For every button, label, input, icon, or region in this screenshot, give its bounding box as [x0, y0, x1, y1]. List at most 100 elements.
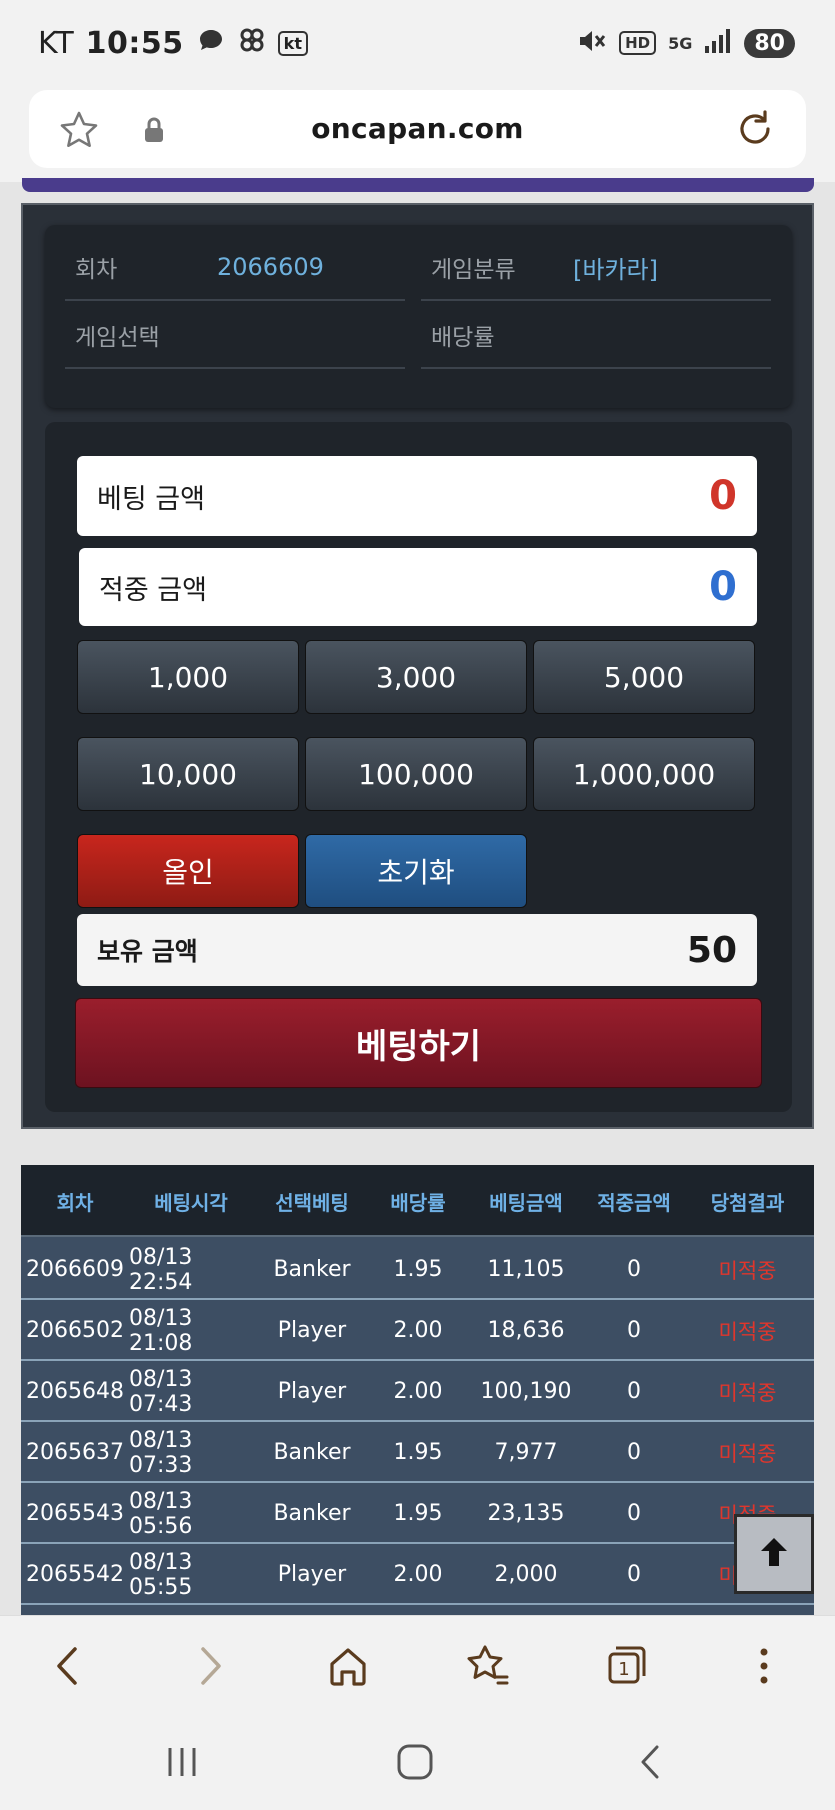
url-text[interactable]: oncapan.com	[29, 112, 806, 145]
round-cell: 회차 2066609	[65, 235, 405, 301]
table-cell: 0	[627, 1318, 641, 1343]
table-row: 2066502 08/13 21:08 Player 2.00 18,636 0 미적중	[21, 1300, 814, 1361]
table-cell: Player	[277, 1318, 347, 1343]
table-row: 2065637 08/13 07:33 Banker 1.95 7,977 0 미적중	[21, 1422, 814, 1483]
column-header: 회차	[56, 1190, 94, 1215]
recent-apps-button[interactable]	[157, 1737, 207, 1787]
hd-voice-icon: HD	[619, 31, 657, 55]
column-header: 선택베팅	[275, 1190, 349, 1215]
chip-5000-button[interactable]: 5,000	[533, 640, 755, 714]
game-info-card: 회차 2066609 게임분류 [바카라] 게임선택 배당률	[45, 225, 792, 408]
table-cell: 08/13 21:08	[129, 1305, 193, 1356]
table-cell: Banker	[273, 1501, 351, 1526]
bet-amount-value: 0	[709, 473, 737, 519]
system-navigation-bar	[0, 1715, 835, 1810]
table-cell: 미적중	[718, 1380, 777, 1405]
reset-button[interactable]: 초기화	[305, 834, 527, 908]
table-cell: 11,105	[487, 1257, 565, 1282]
table-cell: 0	[627, 1440, 641, 1465]
game-category-label: 게임분류	[431, 257, 516, 283]
menu-button[interactable]	[736, 1640, 792, 1692]
all-in-button[interactable]: 올인	[77, 834, 299, 908]
arrow-up-icon	[756, 1534, 792, 1574]
star-list-icon	[467, 1645, 509, 1685]
table-cell: 2,000	[494, 1562, 558, 1587]
table-cell: 2065543	[26, 1501, 124, 1526]
reload-icon[interactable]	[734, 108, 776, 154]
browser-toolbar: oncapan.com	[0, 86, 835, 182]
home-button[interactable]	[320, 1640, 376, 1692]
chip-1000000-button[interactable]: 1,000,000	[533, 737, 755, 811]
table-cell: 2066609	[26, 1257, 124, 1282]
round-label: 회차	[75, 257, 118, 283]
bet-history-table: 회차 베팅시각 선택베팅 배당률 베팅금액 적중금액 당첨결과 2066609 0…	[21, 1165, 814, 1615]
forward-button[interactable]	[182, 1640, 238, 1692]
battery-indicator: 80	[744, 28, 795, 58]
round-value: 2066609	[217, 253, 324, 281]
game-category-cell: 게임분류 [바카라]	[421, 235, 771, 301]
signal-icon	[704, 28, 732, 58]
status-bar: KT 10:55 kt HD 5G 80	[0, 0, 835, 86]
browser-bottom-bar: 1	[0, 1615, 835, 1715]
place-bet-button[interactable]: 베팅하기	[75, 998, 762, 1088]
table-cell: Player	[277, 1562, 347, 1587]
odds-cell: 배당률	[421, 303, 771, 369]
table-row: 206554308/13 05:56Banker1.9523,1350미적중	[21, 1483, 814, 1544]
back-button[interactable]	[40, 1640, 96, 1692]
chip-10000-button[interactable]: 10,000	[77, 737, 299, 811]
win-amount-value: 0	[709, 564, 737, 610]
balance-field: 보유 금액 50	[77, 914, 757, 986]
column-header: 베팅금액	[489, 1190, 563, 1215]
system-back-button[interactable]	[625, 1737, 675, 1787]
table-cell: 2065637	[26, 1440, 124, 1465]
chevron-left-icon	[57, 1647, 77, 1685]
table-cell: 100,190	[480, 1379, 572, 1404]
table-cell: 2066502	[26, 1318, 124, 1343]
bookmarks-button[interactable]	[460, 1640, 516, 1692]
chip-100000-button[interactable]: 100,000	[305, 737, 527, 811]
balance-label: 보유 금액	[97, 937, 198, 966]
game-category-value: [바카라]	[573, 255, 658, 284]
chip-1000-button[interactable]: 1,000	[77, 640, 299, 714]
chip-3000-button[interactable]: 3,000	[305, 640, 527, 714]
kt-app-icon: kt	[277, 30, 308, 56]
table-header: 회차 베팅시각 선택베팅 배당률 베팅금액 적중금액 당첨결과	[21, 1165, 814, 1237]
network-type-label: 5G	[668, 33, 693, 53]
balance-value: 50	[686, 929, 737, 971]
bet-amount-label: 베팅 금액	[97, 483, 205, 515]
address-bar[interactable]: oncapan.com	[29, 90, 806, 168]
table-cell: 2065542	[26, 1562, 124, 1587]
table-cell: Player	[277, 1379, 347, 1404]
table-cell: 0	[627, 1379, 641, 1404]
column-header: 당첨결과	[710, 1190, 785, 1215]
table-cell: 미적중	[718, 1441, 777, 1466]
system-home-button[interactable]	[390, 1737, 440, 1787]
table-cell: 2.00	[393, 1562, 443, 1587]
win-amount-field: 적중 금액 0	[79, 548, 757, 626]
recent-apps-icon	[168, 1748, 196, 1776]
table-row: 206554208/13 05:55Player2.002,0000미적중	[21, 1544, 814, 1605]
game-select-cell: 게임선택	[65, 303, 405, 369]
column-header: 적중금액	[597, 1190, 671, 1215]
table-cell: 0	[627, 1257, 641, 1282]
game-select-label: 게임선택	[75, 325, 160, 351]
svg-text:1: 1	[618, 1659, 629, 1680]
table-cell: 0	[627, 1501, 641, 1526]
table-cell: 08/13 05:55	[129, 1549, 193, 1600]
chevron-left-icon	[641, 1745, 659, 1779]
table-cell: 1.95	[393, 1501, 443, 1526]
table-cell: Banker	[273, 1257, 351, 1282]
table-cell: 0	[627, 1562, 641, 1587]
bet-amount-field[interactable]: 베팅 금액 0	[77, 456, 757, 536]
win-amount-label: 적중 금액	[99, 574, 207, 606]
table-cell: 1.95	[393, 1257, 443, 1282]
mute-icon	[577, 27, 607, 59]
tabs-button[interactable]: 1	[598, 1640, 654, 1692]
column-header: 배당률	[390, 1190, 446, 1215]
column-header: 베팅시각	[154, 1190, 228, 1215]
home-icon	[330, 1648, 366, 1686]
table-cell: 08/13 07:43	[129, 1366, 193, 1417]
table-cell: 7,977	[494, 1440, 558, 1465]
table-cell: Banker	[273, 1440, 351, 1465]
scroll-to-top-button[interactable]	[734, 1514, 814, 1594]
